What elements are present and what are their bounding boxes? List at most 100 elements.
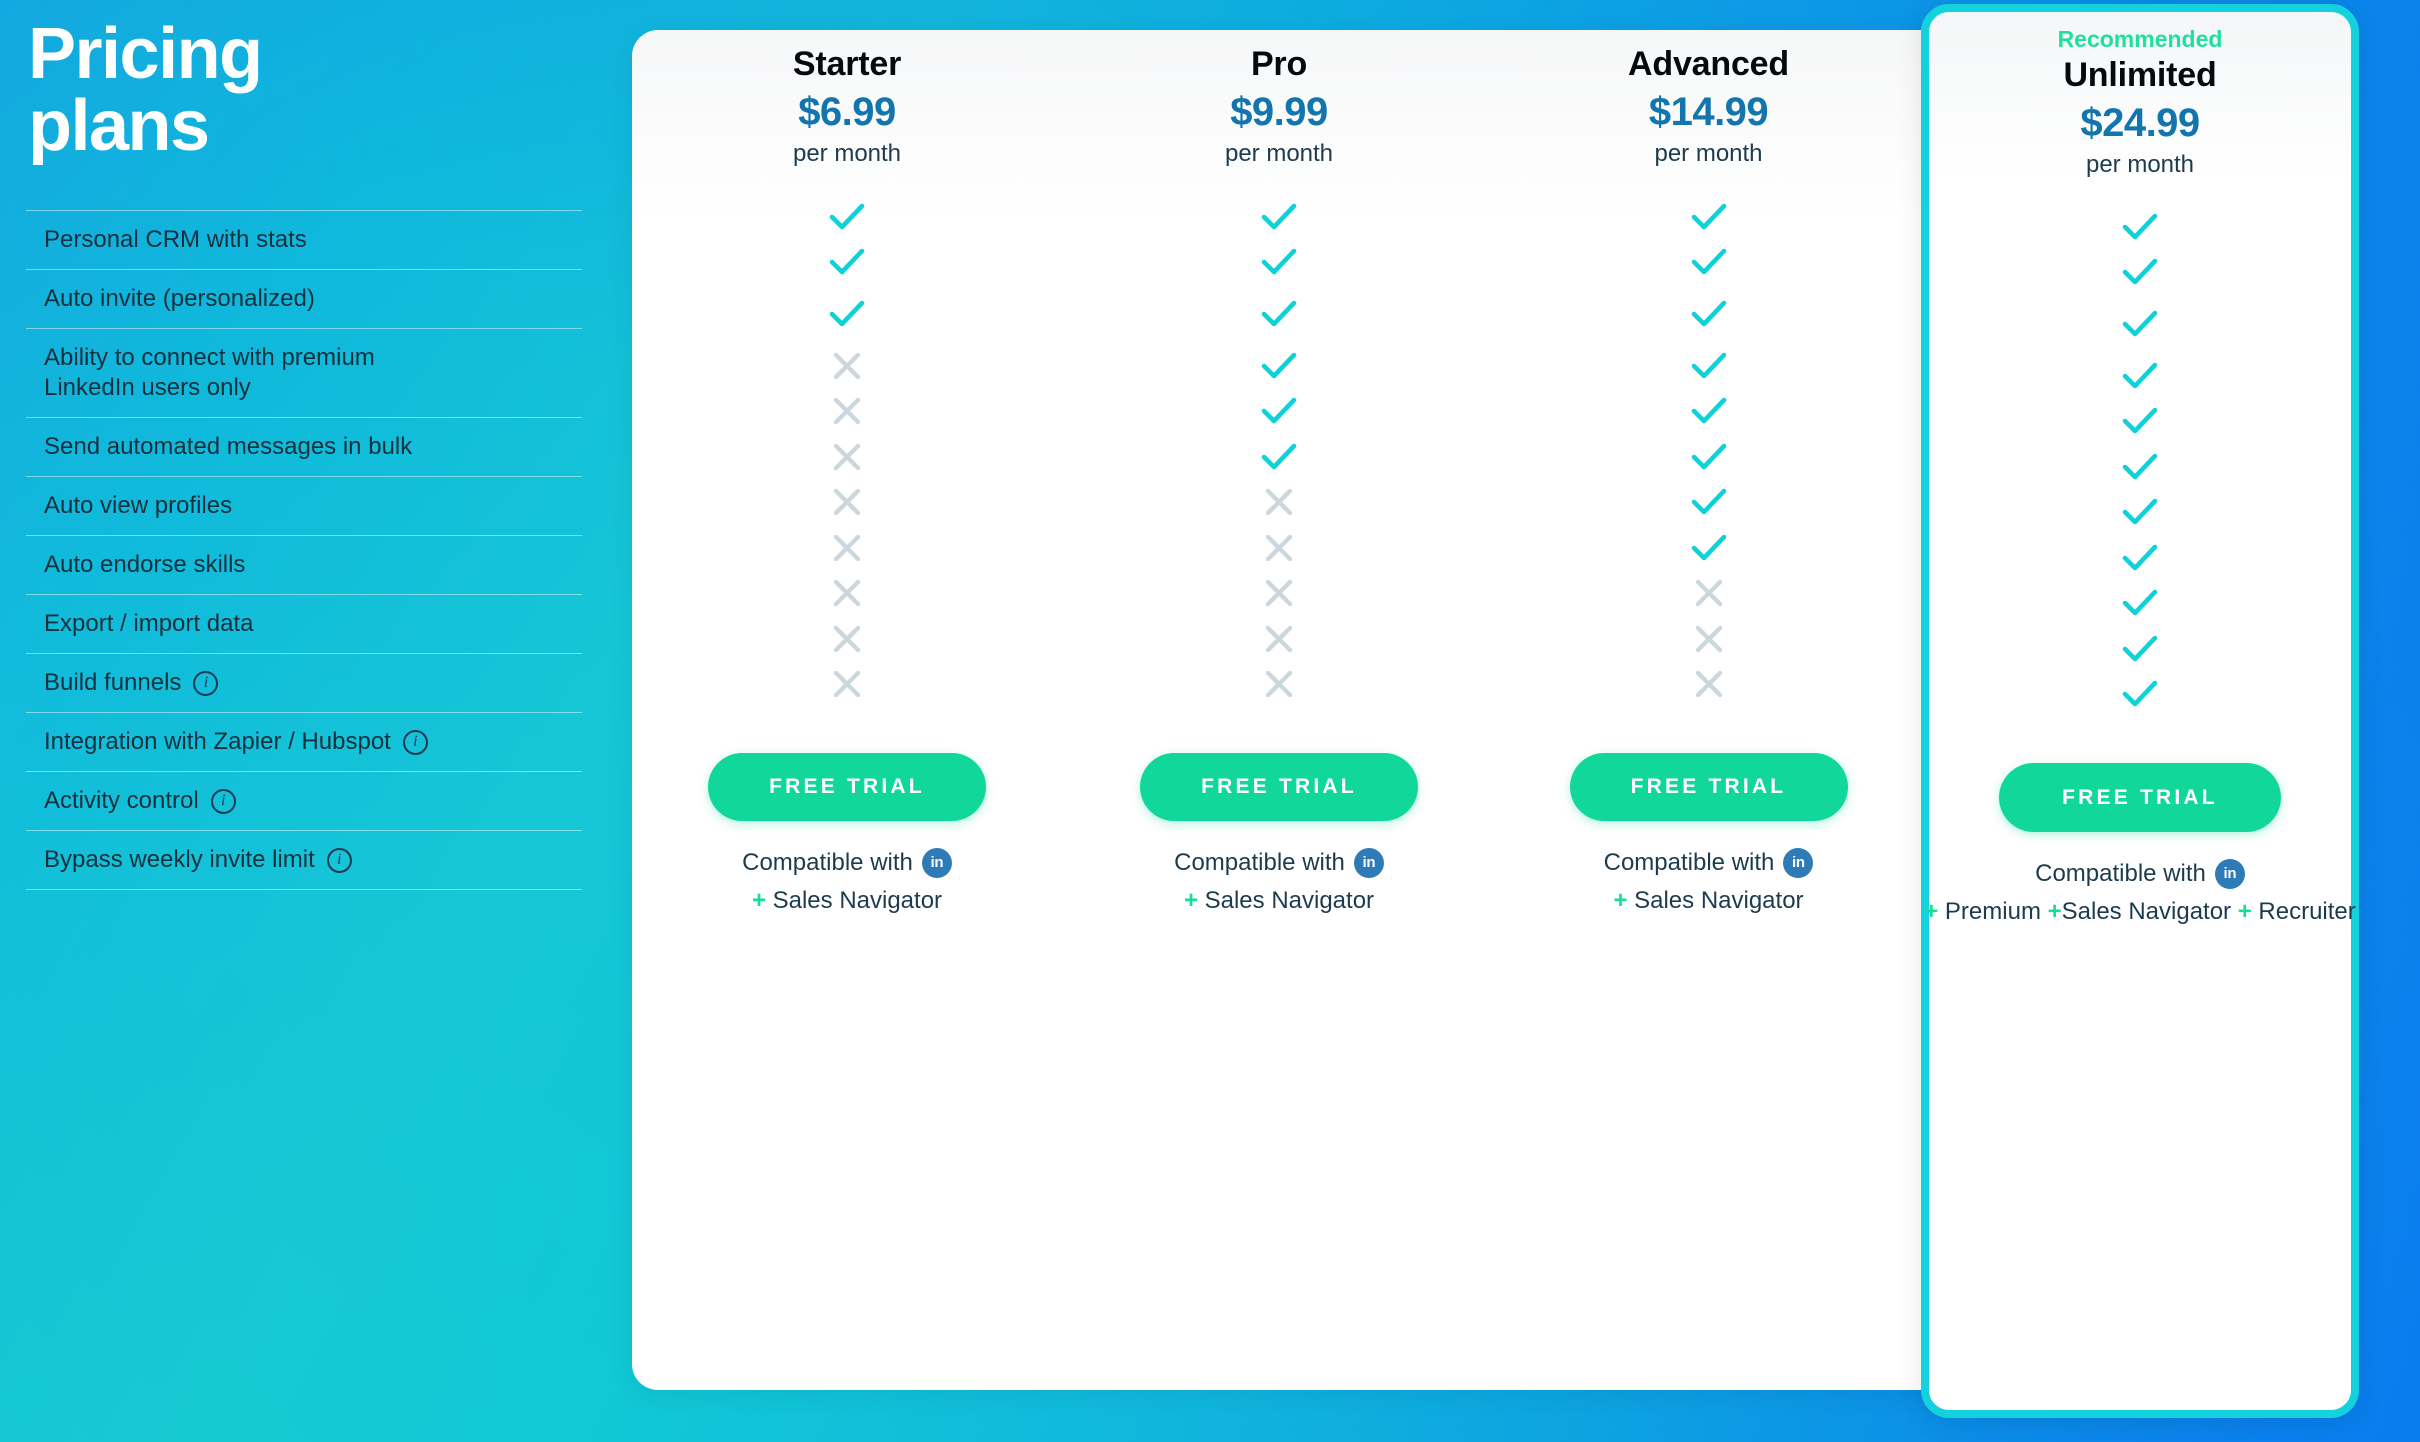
linkedin-icon[interactable]: in — [921, 848, 952, 879]
plan-price: $6.99 — [798, 90, 896, 134]
feature-excluded-cross-icon — [1062, 525, 1496, 571]
feature-excluded-cross-icon — [1496, 616, 1921, 662]
free-trial-button[interactable]: FREE TRIAL — [1999, 763, 2281, 832]
feature-included-check-icon — [1062, 434, 1496, 480]
plan-name: Pro — [1250, 45, 1308, 83]
compatibility-note: Compatible with in + Sales Navigator — [1496, 847, 1921, 917]
plan-period: per month — [1654, 140, 1763, 167]
feature-label: Export / import data — [44, 610, 254, 637]
feature-excluded-cross-icon — [632, 571, 1062, 617]
compatibility-text: Compatible with — [1174, 849, 1345, 876]
feature-label: Activity control — [44, 787, 199, 814]
plan-feature-marks — [1496, 194, 1921, 707]
plus-sign: + — [1613, 886, 1628, 914]
free-trial-button[interactable]: FREE TRIAL — [708, 753, 986, 821]
feature-included-check-icon — [1062, 389, 1496, 435]
feature-included-check-icon — [1921, 626, 2359, 672]
feature-included-check-icon — [1062, 285, 1496, 343]
feature-label: Auto invite (personalized) — [44, 285, 315, 312]
linkedin-icon[interactable]: in — [2214, 859, 2245, 890]
feature-excluded-cross-icon — [1062, 616, 1496, 662]
compatibility-addons: + Sales Navigator — [1613, 886, 1804, 914]
feature-list: Personal CRM with stats Auto invite (pers… — [22, 210, 582, 890]
compatibility-note: Compatible with in + Sales Navigator — [1062, 847, 1496, 917]
feature-included-check-icon — [1921, 581, 2359, 627]
feature-included-check-icon — [1062, 343, 1496, 389]
compatibility-text: Compatible with — [2035, 860, 2206, 887]
feature-included-check-icon — [1496, 480, 1921, 526]
feature-excluded-cross-icon — [632, 525, 1062, 571]
feature-included-check-icon — [1496, 194, 1921, 240]
info-icon[interactable]: i — [402, 729, 428, 755]
compatibility-line-1: Compatible with in — [1496, 847, 1921, 880]
plan-price: $9.99 — [1230, 90, 1328, 134]
page-title-line-2: plans — [28, 86, 210, 166]
linkedin-icon[interactable]: in — [1783, 848, 1814, 879]
feature-included-check-icon — [1921, 444, 2359, 490]
feature-label: Send automated messages in bulk — [44, 433, 413, 460]
feature-label: Auto endorse skills — [44, 551, 246, 578]
cta-wrapper: FREE TRIAL — [708, 753, 986, 821]
feature-row: Build funnels i — [26, 653, 582, 712]
plan-period: per month — [2085, 151, 2195, 178]
feature-row: Ability to connect with premium LinkedIn… — [26, 328, 582, 417]
plan-columns: Starter $6.99 per month FREE TRIAL Compatibl… — [632, 4, 2359, 1424]
free-trial-button[interactable]: FREE TRIAL — [1140, 753, 1418, 821]
feature-excluded-cross-icon — [632, 389, 1062, 435]
feature-excluded-cross-icon — [1496, 662, 1921, 708]
free-trial-button[interactable]: FREE TRIAL — [1569, 753, 1848, 821]
feature-included-check-icon — [632, 240, 1062, 286]
cta-wrapper: FREE TRIAL — [1569, 753, 1848, 821]
plus-sign: + — [1183, 886, 1198, 914]
linkedin-icon[interactable]: in — [1353, 848, 1384, 879]
compatibility-addons: + Sales Navigator — [1183, 886, 1375, 914]
feature-included-check-icon — [1496, 285, 1921, 343]
plan-column-pro: Pro $9.99 per month FREE TRIAL Compatible wi… — [1062, 4, 1496, 1424]
compatibility-line-1: Compatible with in — [1062, 847, 1496, 880]
plan-name: Unlimited — [2063, 56, 2217, 94]
feature-row: Auto endorse skills — [26, 535, 582, 594]
feature-included-check-icon — [1062, 194, 1496, 240]
info-icon[interactable]: i — [326, 847, 352, 873]
compatibility-line-1: Compatible with in — [1921, 858, 2359, 891]
feature-included-check-icon — [1921, 535, 2359, 581]
feature-label: Integration with Zapier / Hubspot — [44, 728, 391, 755]
feature-excluded-cross-icon — [632, 343, 1062, 389]
feature-label: Build funnels — [44, 669, 182, 696]
feature-excluded-cross-icon — [1062, 571, 1496, 617]
feature-excluded-cross-icon — [632, 616, 1062, 662]
feature-label: Ability to connect with premium LinkedIn… — [44, 344, 375, 401]
feature-included-check-icon — [1496, 434, 1921, 480]
info-icon[interactable]: i — [210, 788, 236, 814]
cta-wrapper: FREE TRIAL — [1999, 763, 2281, 832]
plan-column-starter: Starter $6.99 per month FREE TRIAL Compatibl… — [632, 4, 1062, 1424]
compatibility-addons: + Sales Navigator — [751, 886, 943, 914]
page-title-line-1: Pricing — [28, 14, 263, 94]
feature-row: Personal CRM with stats — [26, 210, 582, 269]
feature-row: Bypass weekly invite limit i — [26, 830, 582, 890]
feature-label: Personal CRM with stats — [44, 226, 307, 253]
plus-sign: + — [751, 886, 766, 914]
compatibility-note: Compatible with in + Sales Navigator — [632, 847, 1062, 917]
feature-row: Auto invite (personalized) — [26, 269, 582, 328]
feature-row: Export / import data — [26, 594, 582, 653]
feature-included-check-icon — [1921, 490, 2359, 536]
feature-included-check-icon — [1921, 353, 2359, 399]
plan-column-advanced: Advanced $14.99 per month FREE TRIAL Compati… — [1496, 4, 1921, 1424]
compatibility-line-1: Compatible with in — [632, 847, 1062, 880]
plan-feature-marks — [1062, 194, 1496, 707]
plan-column-unlimited: Recommended Unlimited $24.99 per month FREE … — [1921, 4, 2359, 1424]
feature-included-check-icon — [632, 194, 1062, 240]
plan-feature-marks — [632, 194, 1062, 707]
feature-excluded-cross-icon — [632, 480, 1062, 526]
feature-included-check-icon — [1496, 240, 1921, 286]
feature-included-check-icon — [1496, 525, 1921, 571]
cta-wrapper: FREE TRIAL — [1140, 753, 1418, 821]
feature-included-check-icon — [1496, 343, 1921, 389]
info-icon[interactable]: i — [193, 670, 219, 696]
plan-name: Advanced — [1628, 45, 1789, 83]
feature-included-check-icon — [1496, 389, 1921, 435]
feature-label: Auto view profiles — [44, 492, 233, 519]
feature-included-check-icon — [1921, 295, 2359, 353]
feature-excluded-cross-icon — [1496, 571, 1921, 617]
